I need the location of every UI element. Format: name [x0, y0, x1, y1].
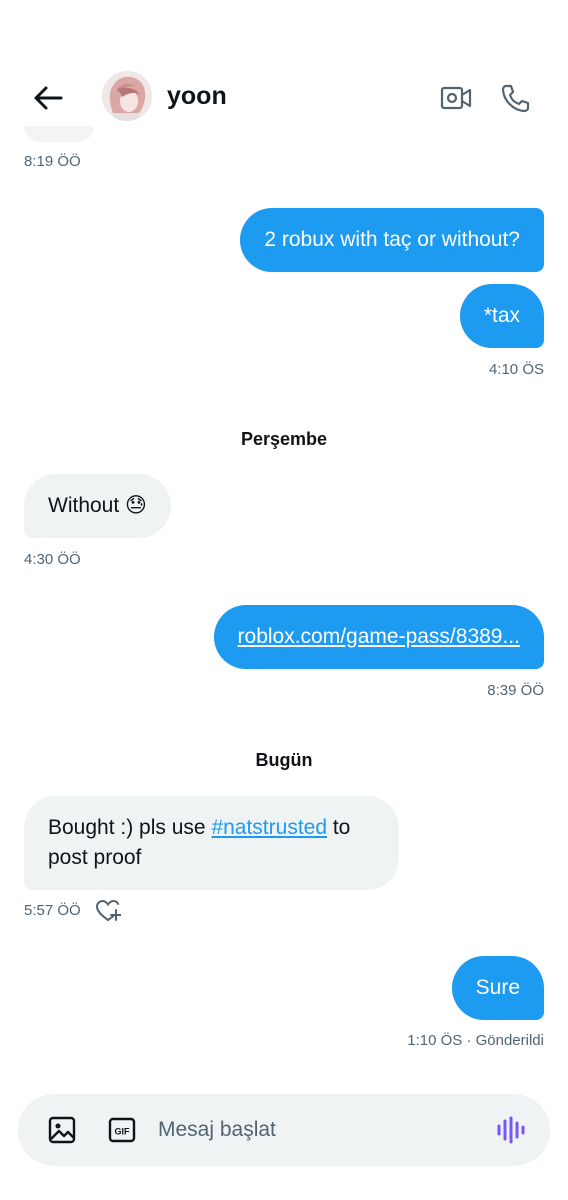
outgoing-message-bubble[interactable]: Sure	[451, 956, 544, 1020]
avatar[interactable]	[102, 71, 152, 121]
message-timestamp: 5:57 ÖÖ	[24, 902, 81, 919]
voice-message-button[interactable]	[494, 1114, 528, 1146]
outgoing-link-message-bubble[interactable]: roblox.com/game-pass/8389...	[213, 605, 544, 669]
message-timestamp: 8:39 ÖÖ	[487, 682, 544, 699]
back-button[interactable]	[28, 78, 68, 118]
gif-button[interactable]: GIF	[106, 1114, 138, 1146]
outgoing-message-bubble[interactable]: 2 robux with taç or without?	[240, 208, 544, 272]
message-timestamp: 8:19 ÖÖ	[24, 153, 81, 170]
gif-icon: GIF	[108, 1117, 136, 1143]
heart-plus-icon	[95, 899, 122, 921]
day-separator: Bugün	[255, 750, 313, 770]
outgoing-message-bubble[interactable]: *tax	[459, 284, 544, 348]
previous-message-bubble	[24, 126, 94, 142]
incoming-message-bubble[interactable]: Without 😓	[24, 474, 171, 538]
voice-waveform-icon	[497, 1116, 525, 1144]
message-input[interactable]	[158, 1110, 478, 1150]
hashtag-link[interactable]: #natstrusted	[211, 816, 327, 839]
message-composer: GIF	[18, 1094, 550, 1166]
video-camera-icon	[440, 86, 472, 110]
message-timestamp: 4:10 ÖS	[488, 361, 544, 378]
arrow-left-icon	[34, 86, 63, 110]
incoming-message-bubble[interactable]: Bought :) pls use #natstrusted to post p…	[24, 796, 399, 890]
conversation-header: yoon	[0, 60, 568, 136]
conversation-title: yoon	[167, 82, 227, 110]
message-status: 1:10 ÖS · Gönderildi	[407, 1032, 544, 1049]
add-reaction-button[interactable]	[95, 898, 122, 924]
video-call-button[interactable]	[436, 78, 476, 118]
message-timestamp: 4:30 ÖÖ	[24, 551, 81, 568]
add-media-button[interactable]	[46, 1114, 78, 1146]
voice-call-button[interactable]	[495, 78, 535, 118]
phone-icon	[501, 84, 530, 113]
game-pass-link[interactable]: roblox.com/game-pass/8389...	[238, 625, 520, 648]
day-separator: Perşembe	[240, 429, 328, 449]
gif-label: GIF	[115, 1127, 131, 1137]
message-text: Bought :) pls use	[48, 816, 212, 839]
image-icon	[48, 1116, 76, 1144]
